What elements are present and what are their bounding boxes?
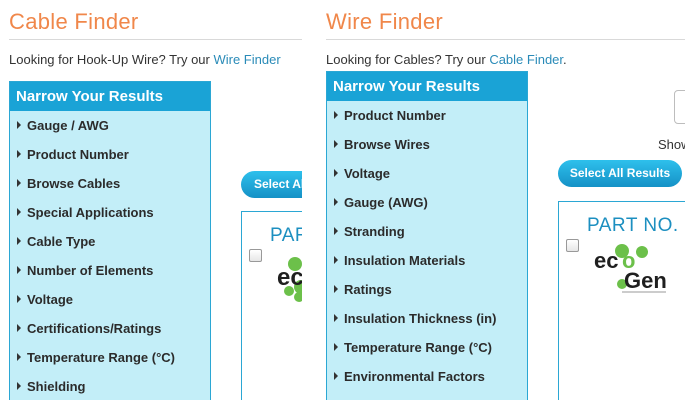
wire-finder-intro: Looking for Cables? Try our Cable Finder… xyxy=(326,52,567,67)
filter-number-of-elements[interactable]: Number of Elements xyxy=(10,256,210,285)
filter-stranding[interactable]: Stranding xyxy=(327,217,527,246)
filter-gauge-awg[interactable]: Gauge / AWG xyxy=(10,111,210,140)
caret-right-icon xyxy=(17,179,21,187)
filter-insulation-materials[interactable]: Insulation Materials xyxy=(327,246,527,275)
wire-finder-link[interactable]: Wire Finder xyxy=(213,52,280,67)
intro-suffix: . xyxy=(563,52,567,67)
search-input[interactable] xyxy=(674,90,685,124)
caret-right-icon xyxy=(334,256,338,264)
caret-right-icon xyxy=(17,121,21,129)
caret-right-icon xyxy=(17,295,21,303)
caret-right-icon xyxy=(334,227,338,235)
svg-text:ec: ec xyxy=(277,264,302,291)
select-all-results-button[interactable]: Select All Results xyxy=(241,171,302,198)
caret-right-icon xyxy=(17,382,21,390)
filter-temperature-range[interactable]: Temperature Range (°C) xyxy=(10,343,210,372)
filter-certifications-ratings[interactable]: Certifications/Ratings xyxy=(10,314,210,343)
title-divider xyxy=(9,39,302,40)
filter-list: Gauge / AWG Product Number Browse Cables… xyxy=(10,111,210,400)
filter-voltage[interactable]: Voltage xyxy=(10,285,210,314)
wire-finder-title: Wire Finder xyxy=(326,9,443,34)
caret-right-icon xyxy=(17,353,21,361)
caret-right-icon xyxy=(17,237,21,245)
narrow-results-panel: Narrow Your Results Gauge / AWG Product … xyxy=(9,81,211,400)
caret-right-icon xyxy=(334,198,338,206)
svg-text:Gen: Gen xyxy=(624,268,667,293)
filter-insulation-thickness[interactable]: Insulation Thickness (in) xyxy=(327,304,527,333)
filter-voltage[interactable]: Voltage xyxy=(327,159,527,188)
product-checkbox[interactable] xyxy=(566,239,579,252)
cable-finder-intro: Looking for Hook-Up Wire? Try our Wire F… xyxy=(9,52,281,67)
filter-shielding[interactable]: Shielding xyxy=(10,372,210,400)
narrow-results-header: Narrow Your Results xyxy=(10,82,210,111)
caret-right-icon xyxy=(334,169,338,177)
ecogen-logo: ec o xyxy=(277,257,302,302)
filter-list: Product Number Browse Wires Voltage Gaug… xyxy=(327,101,527,391)
narrow-results-panel: Narrow Your Results Product Number Brows… xyxy=(326,71,528,400)
filter-temperature-range[interactable]: Temperature Range (°C) xyxy=(327,333,527,362)
svg-text:ec: ec xyxy=(594,248,618,273)
narrow-results-header: Narrow Your Results xyxy=(327,72,527,101)
filter-gauge-awg[interactable]: Gauge (AWG) xyxy=(327,188,527,217)
cable-finder-title: Cable Finder xyxy=(9,9,139,34)
filter-environmental-factors[interactable]: Environmental Factors xyxy=(327,362,527,391)
ecogen-logo: ec o Gen xyxy=(594,244,667,293)
select-all-results-button[interactable]: Select All Results xyxy=(558,160,682,187)
caret-right-icon xyxy=(334,285,338,293)
part-number-label: PART NO. xyxy=(270,225,302,246)
caret-right-icon xyxy=(334,314,338,322)
product-card: PART NO. ec o Gen xyxy=(558,201,685,400)
intro-text: Looking for Hook-Up Wire? Try our xyxy=(9,52,214,67)
cable-finder-panel: Cable Finder Looking for Hook-Up Wire? T… xyxy=(0,0,302,400)
title-divider xyxy=(326,39,685,40)
filter-ratings[interactable]: Ratings xyxy=(327,275,527,304)
filter-browse-wires[interactable]: Browse Wires xyxy=(327,130,527,159)
caret-right-icon xyxy=(334,372,338,380)
cable-finder-link[interactable]: Cable Finder xyxy=(489,52,563,67)
wire-finder-panel: Wire Finder Looking for Cables? Try our … xyxy=(317,0,685,400)
caret-right-icon xyxy=(17,150,21,158)
caret-right-icon xyxy=(17,208,21,216)
filter-product-number[interactable]: Product Number xyxy=(327,101,527,130)
caret-right-icon xyxy=(17,266,21,274)
intro-text: Looking for Cables? Try our xyxy=(326,52,490,67)
filter-browse-cables[interactable]: Browse Cables xyxy=(10,169,210,198)
filter-cable-type[interactable]: Cable Type xyxy=(10,227,210,256)
product-card: PART NO. ec o xyxy=(241,211,302,400)
part-number-label: PART NO. xyxy=(587,215,679,236)
caret-right-icon xyxy=(17,324,21,332)
caret-right-icon xyxy=(334,140,338,148)
filter-product-number[interactable]: Product Number xyxy=(10,140,210,169)
caret-right-icon xyxy=(334,111,338,119)
filter-special-applications[interactable]: Special Applications xyxy=(10,198,210,227)
caret-right-icon xyxy=(334,343,338,351)
product-checkbox[interactable] xyxy=(249,249,262,262)
show-label: Show xyxy=(658,137,685,152)
